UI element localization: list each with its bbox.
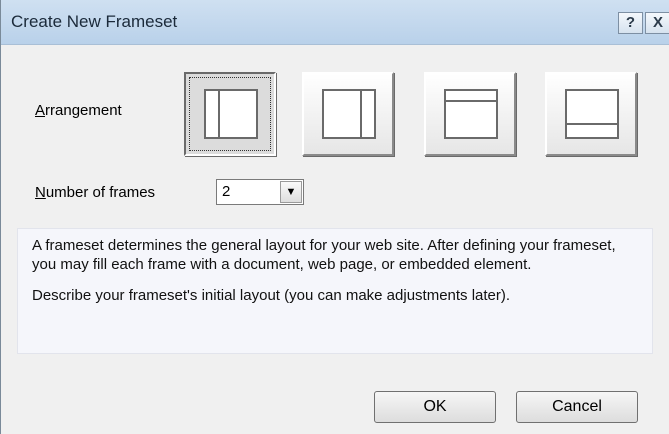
- description-panel: A frameset determines the general layout…: [17, 228, 653, 354]
- arrangement-option-bottom-frame[interactable]: [545, 72, 637, 156]
- arrangement-option-left-frame[interactable]: [184, 72, 276, 156]
- number-of-frames-value: 2: [222, 183, 231, 200]
- arrangement-option-right-frame[interactable]: [302, 72, 394, 156]
- arrangement-option-top-frame[interactable]: [424, 72, 516, 156]
- arrangement-label: Arrangement: [35, 102, 122, 119]
- create-frameset-dialog: Create New Frameset ? X Arrangement Numb…: [0, 0, 669, 434]
- close-button[interactable]: X: [645, 12, 669, 34]
- number-of-frames-label-rest: umber of frames: [45, 184, 156, 201]
- help-button[interactable]: ?: [618, 12, 643, 34]
- title-bar: Create New Frameset ? X: [1, 0, 669, 45]
- two-columns-right-narrow-icon: [322, 89, 376, 139]
- two-columns-left-narrow-icon: [204, 89, 258, 139]
- arrangement-label-rest: rrangement: [45, 102, 122, 119]
- number-of-frames-label: Number of frames: [35, 184, 155, 201]
- cancel-button[interactable]: Cancel: [516, 391, 638, 423]
- number-of-frames-mnemonic: N: [35, 184, 46, 201]
- ok-button[interactable]: OK: [374, 391, 496, 423]
- arrangement-label-mnemonic: A: [35, 102, 46, 119]
- description-paragraph-1: A frameset determines the general layout…: [32, 237, 616, 273]
- chevron-down-icon[interactable]: ▼: [280, 181, 302, 203]
- two-rows-bottom-narrow-icon: [565, 89, 619, 139]
- dialog-title: Create New Frameset: [11, 12, 178, 31]
- description-paragraph-2: Describe your frameset's initial layout …: [32, 287, 511, 304]
- number-of-frames-select[interactable]: 2 ▼: [216, 179, 304, 205]
- two-rows-top-narrow-icon: [444, 89, 498, 139]
